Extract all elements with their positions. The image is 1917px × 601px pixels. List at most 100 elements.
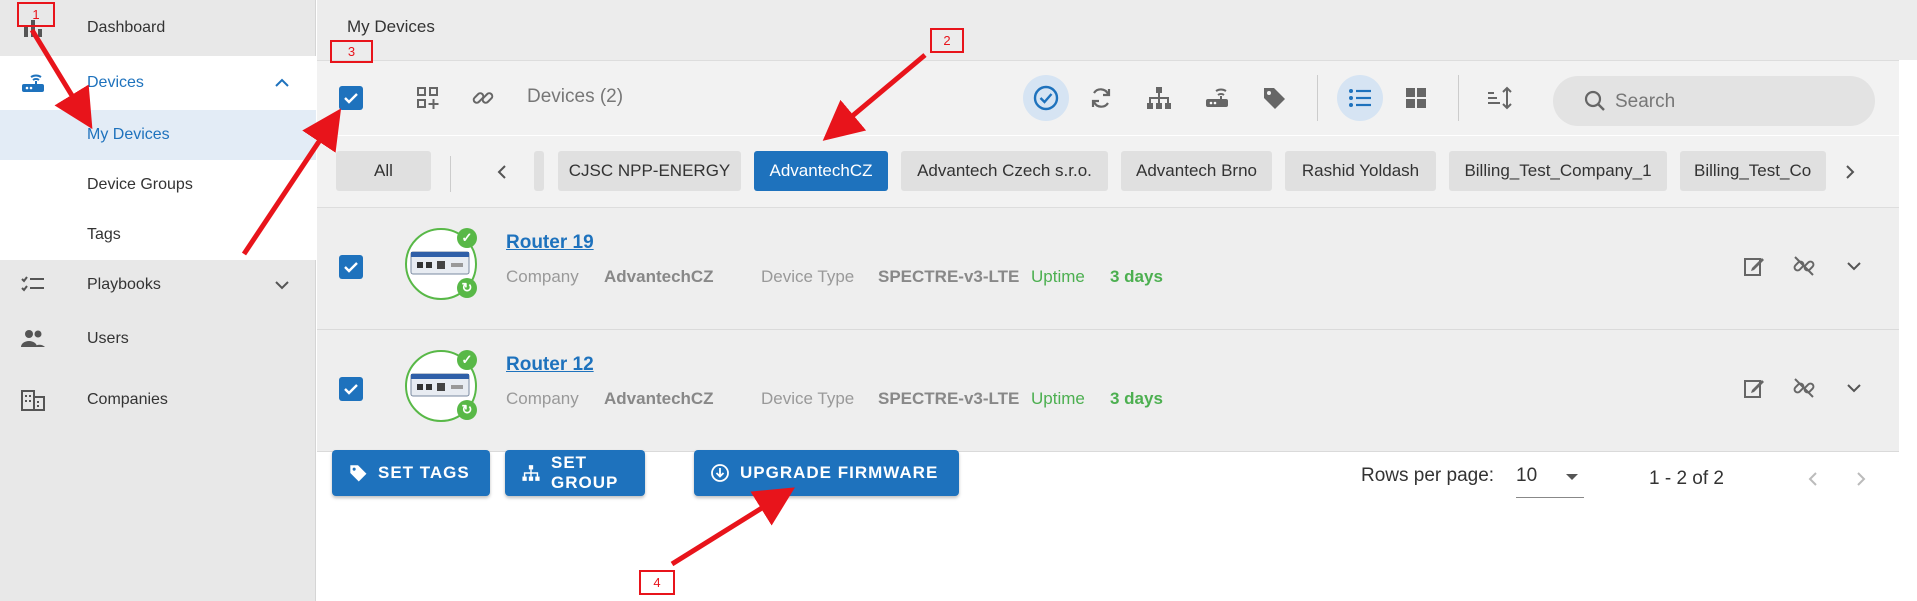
chevron-down-icon[interactable] [272,275,292,295]
building-icon [20,387,46,413]
device-type-label: Device Type [761,389,855,408]
main-content: My Devices Devices (2) Search All CJSC N… [317,0,1917,601]
uptime-value: 3 days [1110,389,1163,408]
table-row[interactable]: ✓ ↻ Router 12 Company AdvantechCZ Device… [317,330,1899,452]
list-view-icon[interactable] [1337,75,1383,121]
search-input[interactable]: Search [1553,76,1875,126]
row-checkbox[interactable] [339,377,363,401]
online-filter-icon[interactable] [1023,75,1069,121]
device-name-link[interactable]: Router 19 [506,232,594,254]
dropdown-caret-icon [1566,474,1578,480]
company-filter-bar: All CJSC NPP-ENERGY AdvantechCZ Advantec… [317,136,1899,208]
sidebar-subitem-tags[interactable]: Tags [0,210,316,260]
sort-icon[interactable] [1482,81,1516,115]
sidebar-item-label: Devices [87,74,144,91]
hierarchy-icon[interactable] [1142,81,1176,115]
grid-view-icon[interactable] [1399,81,1433,115]
company-value: AdvantechCZ [604,389,714,408]
chevron-up-icon[interactable] [272,73,292,93]
online-check-icon: ✓ [457,228,477,248]
company-chip-all[interactable]: All [336,151,431,191]
device-thumbnail: ✓ ↻ [405,228,477,300]
edit-icon[interactable] [1740,374,1768,402]
company-chip[interactable]: Billing_Test_Company_1 [1449,151,1667,191]
set-group-label: SET GROUP [551,453,619,492]
next-page-icon[interactable] [1848,466,1874,492]
company-chip[interactable]: Rashid Yoldash [1285,151,1436,191]
checklist-icon [20,272,46,298]
download-circle-icon [710,463,730,483]
search-placeholder: Search [1615,91,1676,112]
rows-per-page-select[interactable]: 10 [1516,458,1584,498]
top-bar: My Devices [317,0,1917,60]
toolbar-divider [1458,75,1459,121]
company-chip[interactable]: Billing_Test_Co [1680,151,1826,191]
expand-chevron-icon[interactable] [1840,252,1868,280]
router-filter-icon[interactable] [1200,81,1234,115]
sidebar-item-playbooks[interactable]: Playbooks [0,260,316,310]
sidebar: Dashboard Devices My Devices Device Grou… [0,0,316,601]
toolbar-divider [1317,75,1318,121]
filter-divider [450,156,451,192]
unlink-icon[interactable] [1790,252,1818,280]
company-chip-partial[interactable] [534,151,544,191]
device-type-label: Device Type [761,267,855,286]
set-tags-button[interactable]: SET TAGS [332,450,490,496]
sidebar-item-label: Playbooks [87,276,161,293]
company-chip[interactable]: Advantech Brno [1121,151,1272,191]
upgrade-firmware-label: UPGRADE FIRMWARE [740,463,939,482]
annotation-marker: 4 [639,570,675,595]
page-title: My Devices [347,17,435,36]
uptime-value: 3 days [1110,267,1163,286]
devices-toolbar: Devices (2) Search [317,60,1899,135]
device-thumbnail: ✓ ↻ [405,350,477,422]
unlink-icon[interactable] [1790,374,1818,402]
company-chip[interactable]: CJSC NPP-ENERGY [558,151,741,191]
search-icon [1584,90,1605,111]
chevron-right-icon[interactable] [1837,159,1863,185]
pagination-range: 1 - 2 of 2 [1649,468,1724,489]
devices-count: Devices (2) [527,86,624,107]
tag-icon [348,463,368,483]
sidebar-subitem-device-groups[interactable]: Device Groups [0,160,316,210]
company-value: AdvantechCZ [604,267,714,286]
annotation-marker: 3 [330,40,373,63]
online-check-icon: ✓ [457,350,477,370]
select-all-checkbox[interactable] [339,86,363,110]
rows-per-page-value: 10 [1516,465,1538,486]
annotation-marker: 2 [930,28,964,53]
edit-icon[interactable] [1740,252,1768,280]
prev-page-icon[interactable] [1800,466,1826,492]
company-chip[interactable]: Advantech Czech s.r.o. [901,151,1108,191]
sidebar-item-companies[interactable]: Companies [0,372,316,428]
tag-icon[interactable] [1257,81,1291,115]
sync-icon[interactable] [1084,81,1118,115]
sidebar-item-label: Dashboard [87,19,166,36]
hierarchy-icon [521,463,541,483]
sync-status-icon: ↻ [457,400,477,420]
upgrade-firmware-button[interactable]: UPGRADE FIRMWARE [694,450,959,496]
sidebar-item-label: Companies [87,391,168,408]
sidebar-subitem-my-devices[interactable]: My Devices [0,110,316,160]
device-name-link[interactable]: Router 12 [506,354,594,376]
row-checkbox[interactable] [339,255,363,279]
set-group-button[interactable]: SET GROUP [505,450,645,496]
sidebar-subitem-label: Tags [87,226,121,243]
table-row[interactable]: ✓ ↻ Router 19 Company AdvantechCZ Device… [317,208,1899,330]
people-icon [20,326,46,352]
company-label: Company [506,267,579,286]
link-icon[interactable] [466,81,500,115]
company-chip-selected[interactable]: AdvantechCZ [754,151,888,191]
rows-per-page-label: Rows per page: [1361,465,1495,486]
annotation-marker: 1 [17,2,55,27]
expand-chevron-icon[interactable] [1840,374,1868,402]
device-type-value: SPECTRE-v3-LTE [878,267,1020,286]
sync-status-icon: ↻ [457,278,477,298]
sidebar-item-devices[interactable]: Devices [0,56,316,110]
sidebar-item-users[interactable]: Users [0,312,316,366]
chevron-left-icon[interactable] [489,159,515,185]
sidebar-item-label: Users [87,330,129,347]
add-grid-icon[interactable] [411,81,445,115]
sidebar-subitem-label: My Devices [87,126,170,143]
device-type-value: SPECTRE-v3-LTE [878,389,1020,408]
